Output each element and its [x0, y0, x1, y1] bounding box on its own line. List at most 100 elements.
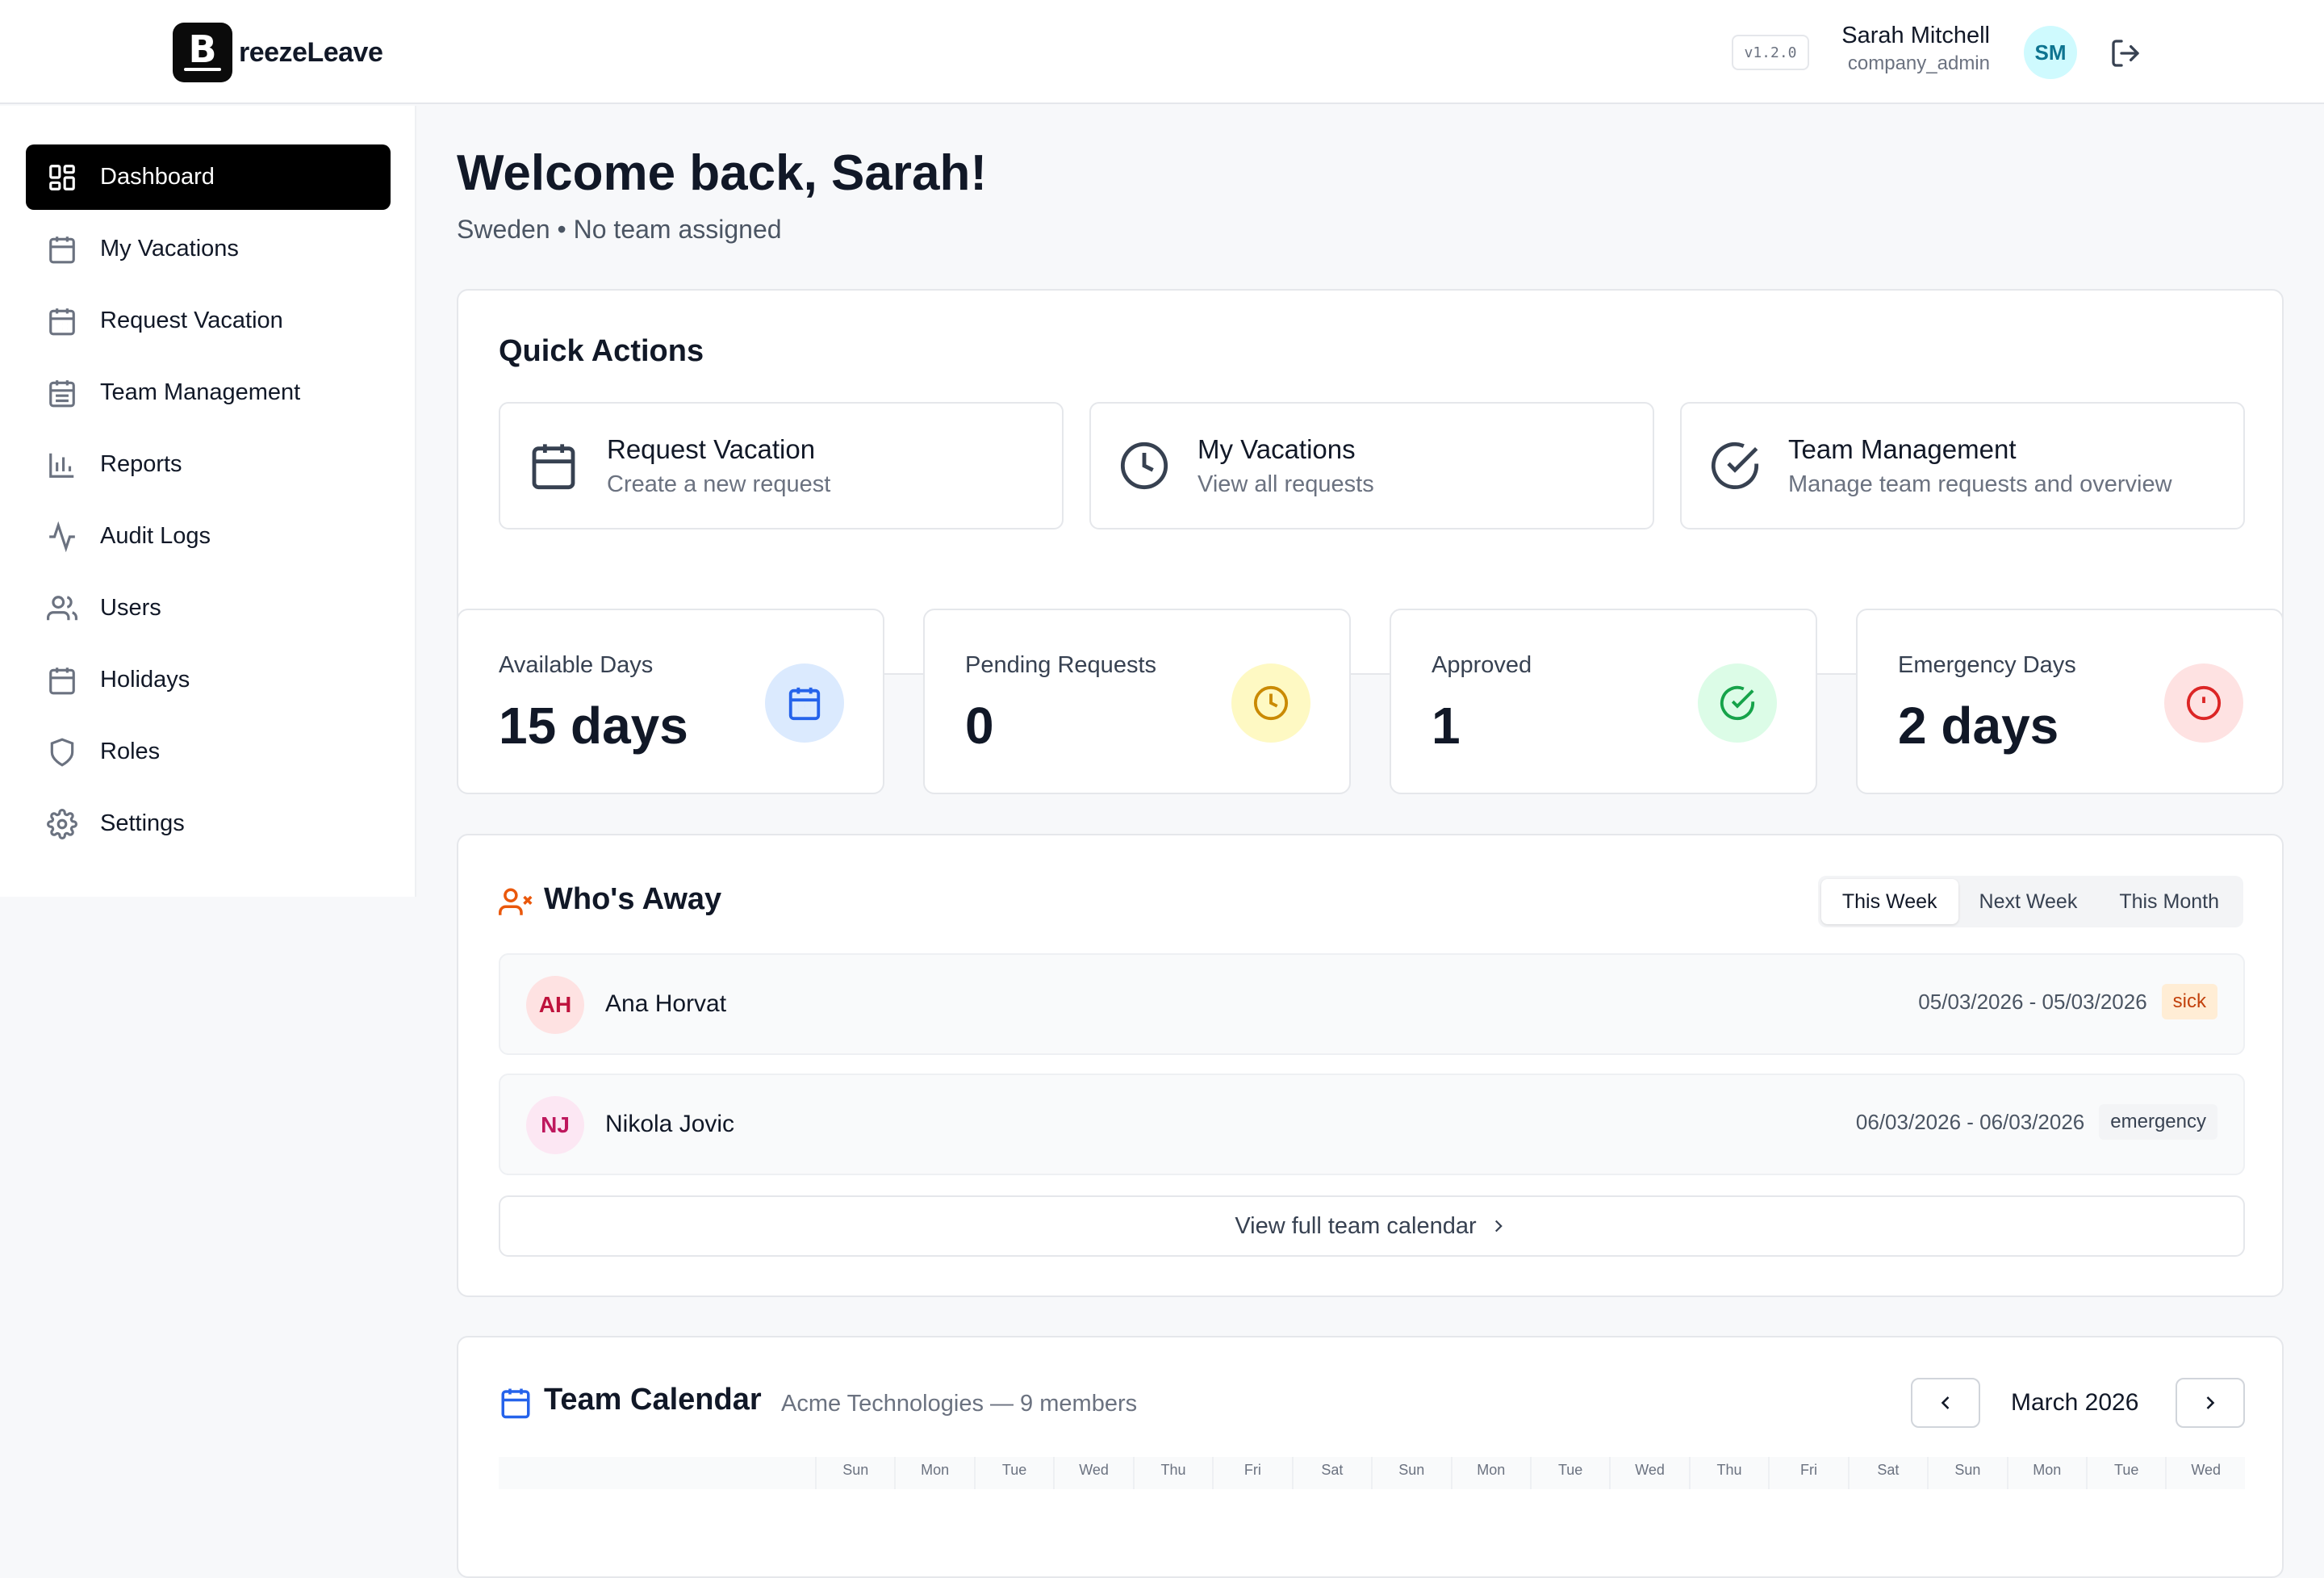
check-circle-icon: [1711, 442, 1759, 490]
list-item[interactable]: AH Ana Horvat 05/03/2026 - 05/03/2026 si…: [499, 953, 2245, 1055]
chevron-right-icon: [1494, 1220, 1503, 1233]
status-badge: emergency: [2099, 1104, 2217, 1140]
sidebar-item-audit-logs[interactable]: Audit Logs: [26, 504, 391, 569]
calendar-icon: [788, 687, 821, 721]
stat-card-available-days: Available Days 15 days: [457, 609, 884, 794]
quick-actions-title: Quick Actions: [499, 334, 704, 368]
sidebar-item-users[interactable]: Users: [26, 576, 391, 641]
stat-label: Available Days: [499, 652, 654, 678]
day-header: Mon: [2006, 1457, 2086, 1489]
sidebar-item-label: Reports: [100, 451, 182, 477]
quick-action-title: Request Vacation: [607, 433, 816, 464]
calendar-icon: [49, 236, 75, 263]
quick-action-team-management[interactable]: Team Management Manage team requests and…: [1680, 402, 2245, 529]
date-range: 05/03/2026 - 05/03/2026: [1918, 989, 2147, 1014]
quick-action-request-vacation[interactable]: Request Vacation Create a new request: [499, 402, 1064, 529]
view-full-calendar-button[interactable]: View full team calendar: [499, 1195, 2245, 1257]
day-header: Sun: [1927, 1457, 2006, 1489]
top-bar: B reezeLeave v1.2.0 Sarah Mitchell compa…: [0, 0, 2324, 104]
user-role: company_admin: [1847, 52, 1990, 74]
day-header: Sat: [1291, 1457, 1371, 1489]
avatar[interactable]: SM: [2024, 26, 2077, 79]
avatar: NJ: [526, 1096, 584, 1154]
sidebar: Dashboard My Vacations Request Vacation …: [0, 106, 416, 897]
calendar-days-icon: [49, 308, 75, 335]
sidebar-item-my-vacations[interactable]: My Vacations: [26, 216, 391, 282]
day-header: Tue: [1529, 1457, 1609, 1489]
prev-month-button[interactable]: [1911, 1378, 1980, 1428]
period-tabs: This Week Next Week This Month: [1817, 876, 2243, 927]
date-range: 06/03/2026 - 06/03/2026: [1855, 1109, 2085, 1134]
sidebar-item-label: My Vacations: [100, 236, 239, 262]
page-title: Welcome back, Sarah!: [457, 145, 988, 201]
users-icon: [47, 595, 77, 620]
app-name: reezeLeave: [239, 36, 383, 68]
user-info: Sarah Mitchell company_admin: [1808, 23, 1990, 75]
day-header: Fri: [1212, 1457, 1291, 1489]
gear-icon: [47, 808, 77, 839]
alert-circle-icon: [2186, 685, 2222, 721]
sidebar-item-request-vacation[interactable]: Request Vacation: [26, 288, 391, 354]
sidebar-item-holidays[interactable]: Holidays: [26, 647, 391, 713]
shield-icon: [50, 737, 74, 767]
day-header: Tue: [2086, 1457, 2165, 1489]
day-header: Mon: [894, 1457, 973, 1489]
calendar-icon: [501, 1388, 530, 1419]
stat-value: 1: [1432, 697, 1461, 755]
stat-icon: [2164, 663, 2243, 743]
team-calendar-card: Team Calendar Acme Technologies — 9 memb…: [457, 1336, 2284, 1578]
clock-icon: [1120, 442, 1168, 490]
tab-this-week[interactable]: This Week: [1820, 879, 1958, 924]
tab-next-week[interactable]: Next Week: [1958, 879, 2099, 924]
sidebar-item-roles[interactable]: Roles: [26, 719, 391, 785]
list-item[interactable]: NJ Nikola Jovic 06/03/2026 - 06/03/2026 …: [499, 1074, 2245, 1175]
tab-this-month[interactable]: This Month: [2098, 879, 2240, 924]
app-logo[interactable]: B reezeLeave: [173, 23, 383, 82]
stat-value: 15 days: [499, 697, 688, 755]
stat-label: Approved: [1432, 652, 1532, 678]
day-header: Wed: [1053, 1457, 1132, 1489]
sidebar-item-label: Request Vacation: [100, 308, 283, 333]
view-full-calendar-label: View full team calendar: [1235, 1212, 1477, 1239]
next-month-button[interactable]: [2176, 1378, 2245, 1428]
stat-icon: [765, 663, 844, 743]
quick-action-title: Team Management: [1788, 433, 2017, 464]
day-header: Mon: [1450, 1457, 1530, 1489]
sidebar-item-team-management[interactable]: Team Management: [26, 360, 391, 425]
whos-away-card: Who's Away This Week Next Week This Mont…: [457, 834, 2284, 1297]
calendar-header-spacer: [499, 1457, 815, 1489]
whos-away-title: Who's Away: [544, 882, 722, 916]
sidebar-item-settings[interactable]: Settings: [26, 791, 391, 856]
sidebar-item-reports[interactable]: Reports: [26, 432, 391, 497]
user-x-icon: [499, 888, 533, 915]
activity-icon: [49, 521, 75, 552]
calendar-icon: [532, 444, 575, 490]
sidebar-item-label: Team Management: [100, 379, 301, 405]
avatar: AH: [526, 976, 584, 1034]
quick-action-desc: Create a new request: [607, 471, 831, 497]
logout-icon[interactable]: [2109, 37, 2142, 69]
chevron-left-icon: [1941, 1396, 1950, 1409]
stat-label: Pending Requests: [965, 652, 1156, 678]
sidebar-item-dashboard[interactable]: Dashboard: [26, 144, 391, 210]
stat-label: Emergency Days: [1898, 652, 2076, 678]
day-header: Sat: [1847, 1457, 1927, 1489]
sidebar-item-label: Audit Logs: [100, 523, 211, 549]
quick-action-title: My Vacations: [1198, 433, 1356, 464]
person-name: Ana Horvat: [605, 990, 727, 1017]
page-subtitle: Sweden • No team assigned: [457, 215, 782, 244]
stat-icon: [1231, 663, 1310, 743]
day-header: Sun: [815, 1457, 894, 1489]
sidebar-item-label: Users: [100, 595, 161, 621]
calendar-icon: [49, 667, 75, 694]
stat-card-emergency-days: Emergency Days 2 days: [1856, 609, 2284, 794]
quick-action-my-vacations[interactable]: My Vacations View all requests: [1089, 402, 1654, 529]
quick-action-desc: Manage team requests and overview: [1788, 471, 2172, 497]
day-header: Tue: [973, 1457, 1053, 1489]
day-header: Wed: [1609, 1457, 1688, 1489]
organization-label: Acme Technologies — 9 members: [781, 1391, 1138, 1417]
day-header: Fri: [1768, 1457, 1847, 1489]
dashboard-icon: [49, 164, 75, 190]
person-name: Nikola Jovic: [605, 1111, 735, 1137]
stat-value: 0: [965, 697, 994, 755]
